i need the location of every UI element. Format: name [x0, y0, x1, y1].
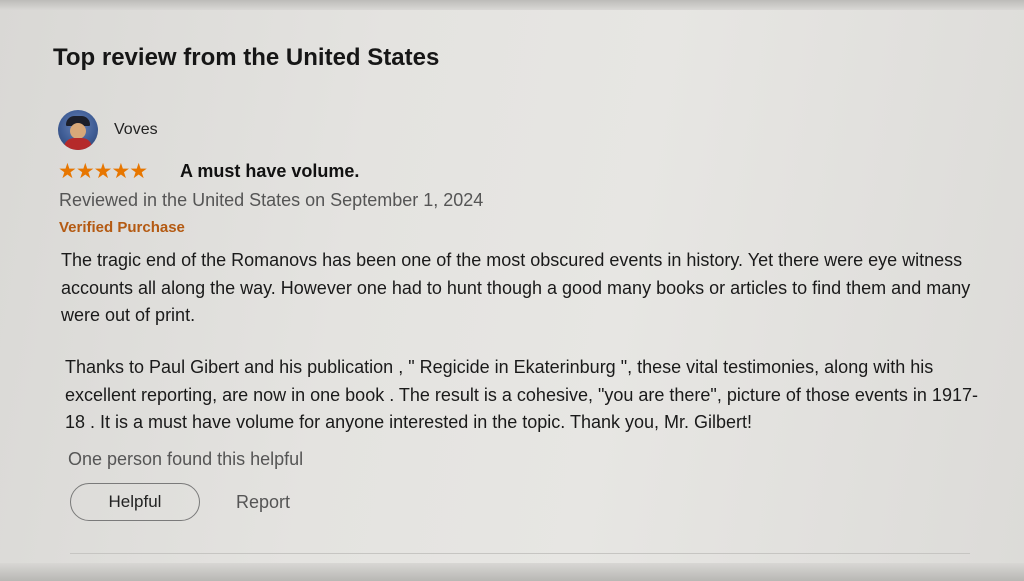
- screen-edge: [0, 0, 1024, 10]
- helpful-count: One person found this helpful: [68, 449, 304, 469]
- report-link[interactable]: Report: [236, 492, 290, 513]
- divider: [70, 553, 970, 554]
- avatar-shirt: [64, 138, 92, 150]
- review-date: Reviewed in the United States on Septemb…: [59, 190, 484, 210]
- verified-purchase-badge: Verified Purchase: [59, 219, 185, 236]
- screen-edge-bottom: [0, 563, 1024, 581]
- review-paragraph-2: Thanks to Paul Gibert and his publicatio…: [65, 357, 978, 432]
- star-rating[interactable]: ★★★★★: [58, 159, 148, 184]
- review-title[interactable]: A must have volume.: [180, 161, 359, 182]
- reviewer-name[interactable]: Voves: [114, 121, 158, 139]
- avatar[interactable]: [58, 110, 98, 150]
- avatar-face: [70, 123, 86, 139]
- review-paragraph-1: The tragic end of the Romanovs has been …: [61, 250, 971, 325]
- section-title: Top review from the United States: [53, 44, 440, 71]
- helpful-button[interactable]: Helpful: [70, 483, 200, 521]
- review-page: Top review from the United States Voves …: [0, 0, 1024, 581]
